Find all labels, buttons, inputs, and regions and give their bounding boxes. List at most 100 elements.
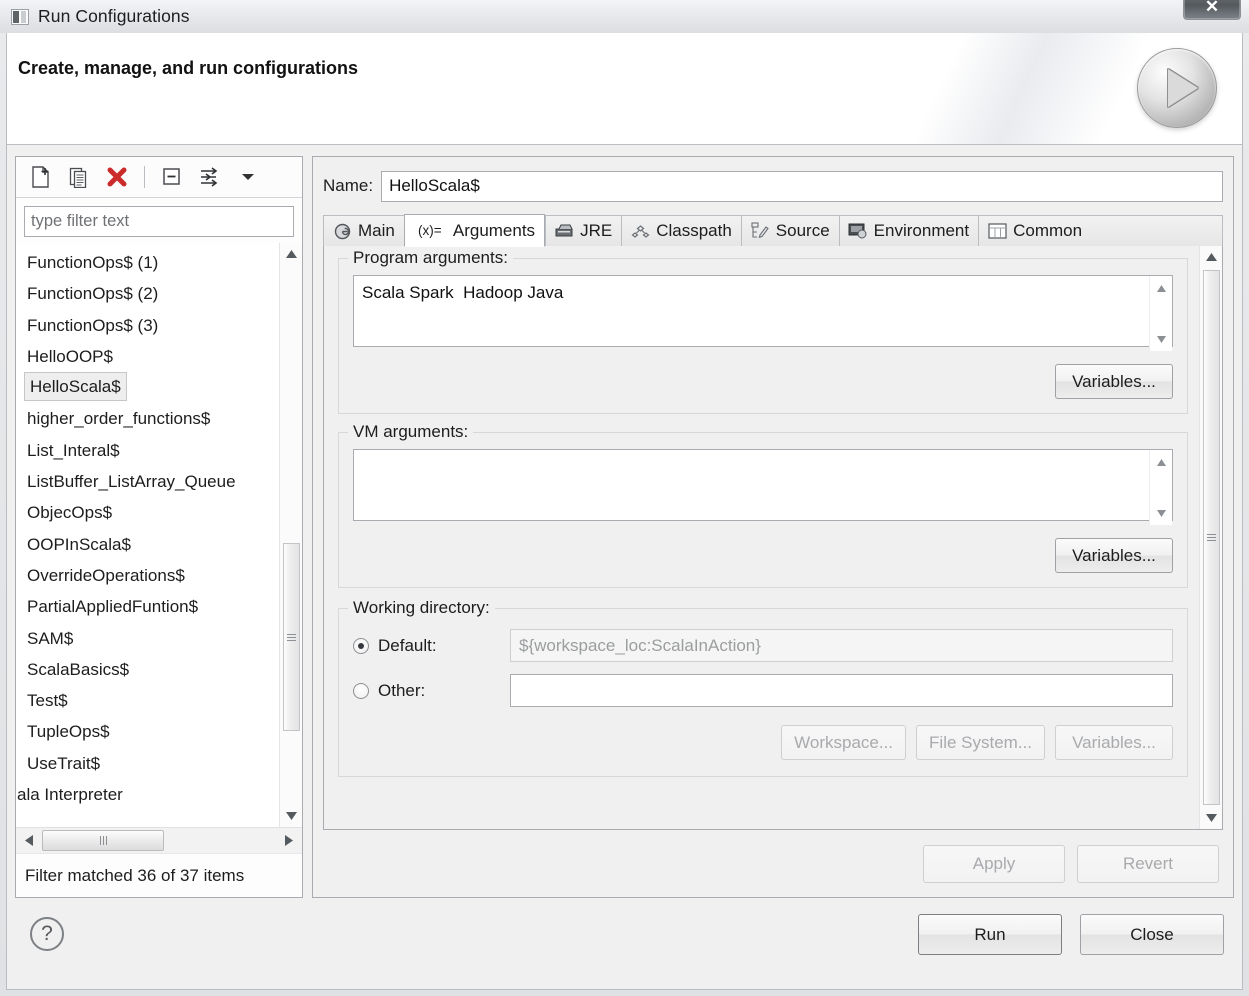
tab-source[interactable]: Source (740, 215, 839, 246)
arguments-tab-vertical-scrollbar[interactable] (1199, 246, 1222, 829)
jre-icon (554, 222, 574, 240)
tab-label: Arguments (452, 220, 536, 240)
list-item[interactable]: OOPInScala$ (24, 529, 278, 560)
list-item-selected[interactable]: HelloScala$ (24, 372, 127, 402)
file-system-button[interactable]: File System... (916, 725, 1045, 760)
scroll-down-arrow-icon[interactable] (1150, 503, 1173, 523)
program-arguments-field-wrapper: Scala Spark Hadoop Java (353, 275, 1173, 352)
tab-arguments[interactable]: (x)= Arguments (403, 214, 546, 247)
working-directory-group: Working directory: Default: Other: (338, 598, 1188, 777)
scroll-up-arrow-icon[interactable] (1150, 278, 1173, 298)
window-title: Run Configurations (38, 6, 190, 26)
list-item[interactable]: OverrideOperations$ (24, 560, 278, 591)
list-item[interactable]: FunctionOps$ (1) (24, 247, 278, 278)
tab-common[interactable]: Common (978, 215, 1092, 246)
common-table-icon (987, 222, 1007, 240)
filter-icon[interactable] (193, 162, 227, 192)
tab-main[interactable]: Main (323, 215, 404, 246)
vm-arguments-textarea[interactable] (353, 449, 1173, 521)
configurations-list-vertical-scrollbar[interactable] (279, 243, 302, 827)
revert-button[interactable]: Revert (1077, 845, 1219, 883)
collapse-all-icon[interactable] (155, 162, 189, 192)
working-directory-other-input[interactable] (510, 674, 1173, 707)
working-directory-variables-button[interactable]: Variables... (1055, 725, 1173, 760)
list-item[interactable]: SAM$ (24, 623, 278, 654)
toolbar-separator (144, 166, 145, 188)
close-button[interactable]: Close (1080, 914, 1224, 955)
name-input[interactable] (381, 170, 1223, 202)
scroll-up-arrow-icon[interactable] (280, 243, 302, 265)
scroll-up-arrow-icon[interactable] (1200, 246, 1222, 268)
arguments-xeq-icon: (x)= (418, 223, 442, 238)
vm-arguments-button-row: Variables... (353, 538, 1173, 573)
list-item[interactable]: FunctionOps$ (3) (24, 310, 278, 341)
program-arguments-button-row: Variables... (353, 364, 1173, 399)
program-arguments-textarea[interactable]: Scala Spark Hadoop Java (353, 275, 1173, 347)
dialog-body: FunctionOps$ (1) FunctionOps$ (2) Functi… (6, 145, 1243, 990)
tab-environment[interactable]: Environment (838, 215, 979, 246)
workspace-button[interactable]: Workspace... (781, 725, 907, 760)
vm-arguments-group: VM arguments: Variables... (338, 422, 1188, 588)
program-arguments-group: Program arguments: Scala Spark Hadoop Ja… (338, 248, 1188, 414)
list-item[interactable]: ScalaBasics$ (24, 654, 278, 685)
list-item[interactable]: UseTrait$ (24, 748, 278, 779)
vm-arguments-label: VM arguments: (348, 422, 474, 442)
tab-label: JRE (580, 221, 613, 240)
tab-label: Classpath (656, 221, 732, 240)
play-circle-icon (1137, 48, 1217, 128)
list-item[interactable]: ObjecOps$ (24, 497, 278, 528)
list-item[interactable]: FunctionOps$ (2) (24, 278, 278, 309)
tab-label: Environment (873, 221, 970, 240)
run-configurations-icon (11, 8, 29, 25)
run-button[interactable]: Run (918, 914, 1062, 955)
program-arguments-variables-button[interactable]: Variables... (1055, 364, 1173, 399)
main-circle-icon (332, 222, 352, 240)
list-item[interactable]: higher_order_functions$ (24, 403, 278, 434)
working-directory-other-radio[interactable] (353, 682, 369, 699)
play-triangle-shape (1168, 69, 1198, 107)
working-directory-default-radio[interactable] (353, 637, 369, 654)
scroll-right-arrow-icon[interactable] (278, 828, 300, 853)
search-input[interactable] (24, 206, 294, 237)
hscrollbar-thumb[interactable] (42, 830, 164, 851)
scrollbar-thumb[interactable] (283, 543, 300, 731)
program-arguments-scrollbar[interactable] (1149, 276, 1172, 351)
working-directory-label: Working directory: (348, 598, 495, 618)
scroll-down-arrow-icon[interactable] (280, 805, 302, 827)
scrollbar-grip-icon (1207, 534, 1216, 541)
list-item[interactable]: Test$ (24, 685, 278, 716)
scroll-down-arrow-icon[interactable] (1150, 329, 1173, 349)
list-item[interactable]: List_Interal$ (24, 435, 278, 466)
duplicate-configuration-icon[interactable] (62, 162, 96, 192)
list-item[interactable]: ListBuffer_ListArray_Queue (24, 466, 278, 497)
scrollbar-grip-icon (287, 633, 296, 641)
scroll-left-arrow-icon[interactable] (18, 828, 40, 853)
list-item[interactable]: TupleOps$ (24, 716, 278, 747)
configurations-list-horizontal-scrollbar[interactable] (16, 827, 302, 853)
scroll-down-arrow-icon[interactable] (1200, 807, 1222, 829)
configuration-editor-panel: Name: Main (x)= Arguments (312, 156, 1234, 898)
list-item[interactable]: ala Interpreter (16, 779, 278, 810)
vm-arguments-field-wrapper (353, 449, 1173, 526)
environment-icon (848, 222, 868, 240)
tab-jre[interactable]: JRE (545, 215, 622, 246)
tab-classpath[interactable]: Classpath (621, 215, 741, 246)
chevron-down-icon[interactable] (231, 162, 265, 192)
tab-label: Main (358, 221, 395, 240)
run-configurations-dialog: Run Configurations ✕ Create, manage, and… (0, 0, 1249, 996)
scroll-up-arrow-icon[interactable] (1150, 452, 1173, 472)
scrollbar-thumb[interactable] (1203, 270, 1220, 805)
delete-configuration-icon[interactable] (100, 162, 134, 192)
list-item[interactable]: HelloOOP$ (24, 341, 278, 372)
working-directory-button-row: Workspace... File System... Variables... (353, 725, 1173, 760)
vm-arguments-scrollbar[interactable] (1149, 450, 1172, 525)
list-item[interactable]: PartialAppliedFuntion$ (24, 591, 278, 622)
window-close-button[interactable]: ✕ (1183, 0, 1241, 20)
vm-arguments-variables-button[interactable]: Variables... (1055, 538, 1173, 573)
new-configuration-icon[interactable] (24, 162, 58, 192)
working-directory-other-label: Other: (378, 680, 426, 700)
apply-button[interactable]: Apply (923, 845, 1065, 883)
help-question-icon[interactable]: ? (30, 917, 64, 951)
title-bar: Run Configurations ✕ (0, 0, 1249, 33)
working-directory-other-row: Other: (353, 674, 1173, 707)
